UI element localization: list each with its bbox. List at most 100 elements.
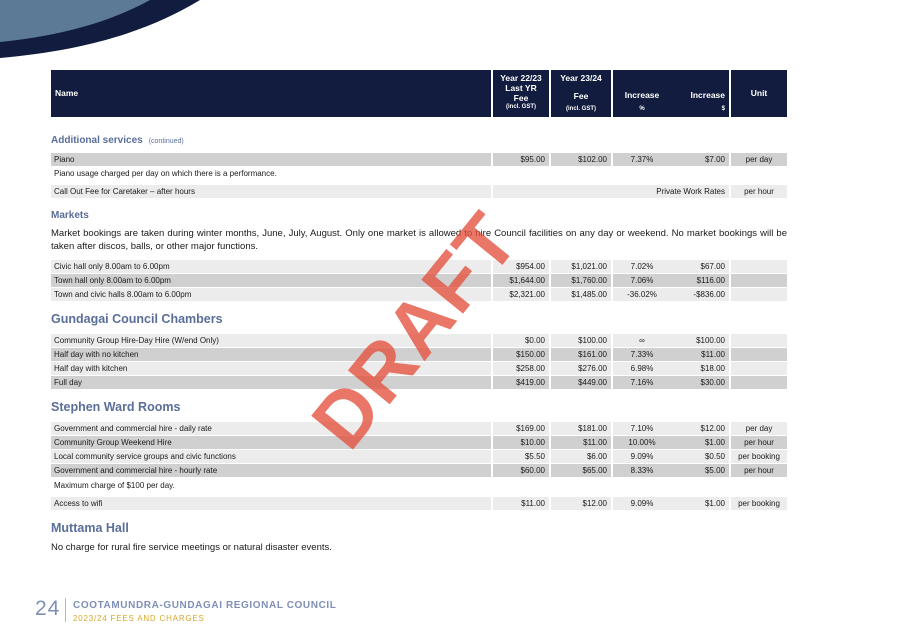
- row-unit: [731, 260, 787, 273]
- row-name: Town hall only 8.00am to 6.00pm: [51, 274, 491, 287]
- row-fee-22-23: $1,644.00: [493, 274, 549, 287]
- row-increase-pct: 8.33%: [613, 464, 671, 477]
- row-increase-dol: $1.00: [671, 436, 729, 449]
- row-increase-pct: 7.02%: [613, 260, 671, 273]
- header-y1-line3: Fee: [513, 93, 529, 103]
- page-number: 24: [35, 597, 61, 620]
- table-row: Call Out Fee for Caretaker – after hours…: [51, 185, 787, 198]
- header-year-23-24: Year 23/24 Fee (incl. GST): [551, 70, 611, 117]
- row-increase-pct: 10.00%: [613, 436, 671, 449]
- row-name: Civic hall only 8.00am to 6.00pm: [51, 260, 491, 273]
- row-increase-pct: 9.09%: [613, 450, 671, 463]
- row-name: Town and civic halls 8.00am to 6.00pm: [51, 288, 491, 301]
- row-fee-23-24: $11.00: [551, 436, 611, 449]
- row-name: Half day with no kitchen: [51, 348, 491, 361]
- row-unit: [731, 334, 787, 347]
- row-unit: [731, 288, 787, 301]
- header-increase-dol-sub: $: [721, 106, 725, 112]
- row-fee-23-24: $102.00: [551, 153, 611, 166]
- table-row: Access to wifi $11.00 $12.00 9.09% $1.00…: [51, 497, 787, 510]
- table-row: Community Group Hire-Day Hire (W/end Onl…: [51, 334, 787, 347]
- header-y1-sub: (incl. GST): [506, 104, 536, 110]
- row-fee-22-23: $2,321.00: [493, 288, 549, 301]
- row-increase-dol: $18.00: [671, 362, 729, 375]
- markets-paragraph: Market bookings are taken during winter …: [51, 228, 787, 252]
- row-fee-22-23: $5.50: [493, 450, 549, 463]
- row-unit: per day: [731, 153, 787, 166]
- row-name: Government and commercial hire - hourly …: [51, 464, 491, 477]
- muttama-paragraph: No charge for rural fire service meeting…: [51, 542, 332, 553]
- row-unit: per hour: [731, 185, 787, 198]
- row-fee-23-24: $161.00: [551, 348, 611, 361]
- row-fee-23-24: $6.00: [551, 450, 611, 463]
- table-row: Half day with kitchen $258.00 $276.00 6.…: [51, 362, 787, 375]
- header-increase-dol: Increase: [690, 90, 726, 100]
- row-private-work-rates: Private Work Rates: [493, 185, 729, 198]
- section-title-additional-services: Additional services (continued): [51, 135, 184, 146]
- row-increase-pct: 7.33%: [613, 348, 671, 361]
- row-unit: per hour: [731, 464, 787, 477]
- row-fee-22-23: $419.00: [493, 376, 549, 389]
- row-name: Piano: [51, 153, 491, 166]
- table-row: Government and commercial hire - hourly …: [51, 464, 787, 477]
- table-row: Full day $419.00 $449.00 7.16% $30.00: [51, 376, 787, 389]
- table-row: Piano $95.00 $102.00 7.37% $7.00 per day: [51, 153, 787, 166]
- section-title-muttama-hall: Muttama Hall: [51, 521, 129, 535]
- row-fee-23-24: $100.00: [551, 334, 611, 347]
- table-row: Government and commercial hire - daily r…: [51, 422, 787, 435]
- row-unit: per booking: [731, 497, 787, 510]
- row-name: Access to wifi: [51, 497, 491, 510]
- header-name: Name: [51, 70, 491, 117]
- row-increase-dol: $30.00: [671, 376, 729, 389]
- header-increase: Increase Increase % $: [613, 70, 729, 117]
- table-row: Community Group Weekend Hire $10.00 $11.…: [51, 436, 787, 449]
- footer-divider: [65, 598, 66, 622]
- header-y1-line2: Last YR: [505, 83, 537, 93]
- row-fee-23-24: $181.00: [551, 422, 611, 435]
- piano-note: Piano usage charged per day on which the…: [51, 167, 787, 180]
- row-fee-22-23: $0.00: [493, 334, 549, 347]
- row-increase-dol: $12.00: [671, 422, 729, 435]
- continued-label: (continued): [148, 138, 184, 145]
- row-fee-22-23: $258.00: [493, 362, 549, 375]
- header-y1-line1: Year 22/23: [500, 73, 542, 83]
- table-row: Local community service groups and civic…: [51, 450, 787, 463]
- row-increase-pct: 7.37%: [613, 153, 671, 166]
- row-unit: [731, 362, 787, 375]
- row-fee-22-23: $169.00: [493, 422, 549, 435]
- row-name: Community Group Hire-Day Hire (W/end Onl…: [51, 334, 491, 347]
- row-fee-23-24: $12.00: [551, 497, 611, 510]
- row-increase-pct: 7.06%: [613, 274, 671, 287]
- row-fee-23-24: $276.00: [551, 362, 611, 375]
- row-unit: [731, 348, 787, 361]
- row-fee-22-23: $95.00: [493, 153, 549, 166]
- row-unit: [731, 274, 787, 287]
- row-name: Full day: [51, 376, 491, 389]
- row-increase-dol: $7.00: [671, 153, 729, 166]
- header-y2-sub: (incl. GST): [566, 106, 596, 112]
- table-row: Town hall only 8.00am to 6.00pm $1,644.0…: [51, 274, 787, 287]
- additional-title: Additional services: [51, 135, 143, 146]
- row-fee-22-23: $150.00: [493, 348, 549, 361]
- row-name: Call Out Fee for Caretaker – after hours: [51, 185, 491, 198]
- row-fee-22-23: $10.00: [493, 436, 549, 449]
- table-note-row: Piano usage charged per day on which the…: [51, 167, 787, 180]
- row-increase-dol: $67.00: [671, 260, 729, 273]
- header-y2-line2: Fee: [573, 91, 589, 101]
- table-note-row: Maximum charge of $100 per day.: [51, 479, 787, 492]
- row-increase-dol: $100.00: [671, 334, 729, 347]
- row-increase-dol: $0.50: [671, 450, 729, 463]
- row-fee-22-23: $954.00: [493, 260, 549, 273]
- row-unit: per day: [731, 422, 787, 435]
- row-fee-23-24: $449.00: [551, 376, 611, 389]
- header-year-22-23: Year 22/23 Last YR Fee (incl. GST): [493, 70, 549, 117]
- row-name: Local community service groups and civic…: [51, 450, 491, 463]
- row-increase-dol: $1.00: [671, 497, 729, 510]
- row-increase-pct: -36.02%: [613, 288, 671, 301]
- section-title-gundagai-council-chambers: Gundagai Council Chambers: [51, 312, 223, 326]
- row-fee-22-23: $11.00: [493, 497, 549, 510]
- row-increase-pct: 6.98%: [613, 362, 671, 375]
- row-name: Half day with kitchen: [51, 362, 491, 375]
- table-row: Half day with no kitchen $150.00 $161.00…: [51, 348, 787, 361]
- row-name: Government and commercial hire - daily r…: [51, 422, 491, 435]
